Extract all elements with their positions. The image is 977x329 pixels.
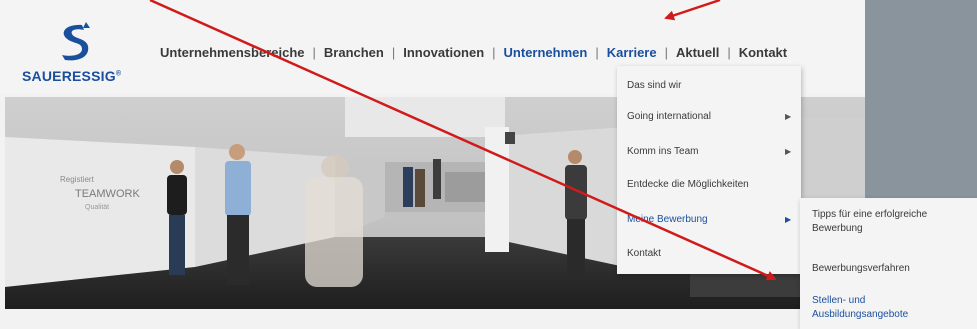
meine-bewerbung-submenu: Tipps für eine erfolgreiche Bewerbung Be… [800,198,977,329]
dropdown-item-komm-ins-team[interactable]: Komm ins Team [627,146,699,157]
nav-item-kontakt[interactable]: Kontakt [739,45,787,60]
nav-item-branchen[interactable]: Branchen [324,45,384,60]
submenu-item-bewerbungsverfahren[interactable]: Bewerbungsverfahren [812,262,967,276]
person-man-blue-shirt [225,144,251,285]
dropdown-item-das-sind-wir[interactable]: Das sind wir [627,80,681,91]
dropdown-item-meine-bewerbung[interactable]: Meine Bewerbung [627,214,708,225]
logo-mark-icon [62,22,90,61]
submenu-arrow-icon: ▶ [785,112,792,121]
person-woman [167,160,187,275]
side-band [865,0,977,200]
nav-separator: | [727,44,731,60]
brand-wordmark: SAUERESSIG® [22,68,122,84]
dropdown-item-entdecke-die-moeglichkeiten[interactable]: Entdecke die Möglichkeiten [627,179,749,190]
nav-item-aktuell[interactable]: Aktuell [676,45,719,60]
nav-item-unternehmensbereiche[interactable]: Unternehmensbereiche [160,45,305,60]
wall-text-qualitaet: Qualität [85,204,109,211]
submenu-arrow-icon: ▶ [785,215,792,224]
dropdown-item-going-international[interactable]: Going international [627,111,711,122]
submenu-item-tipps[interactable]: Tipps für eine erfolgreiche Bewerbung [812,208,967,236]
page-bottom-strip [0,309,865,329]
nav-separator: | [312,44,316,60]
person-man-dark [565,150,587,279]
submenu-item-stellen-und-ausbildungsangebote[interactable]: Stellen- und Ausbildungsangebote [812,294,922,322]
submenu-arrow-icon: ▶ [785,147,792,156]
nav-item-innovationen[interactable]: Innovationen [403,45,484,60]
main-navigation: Unternehmensbereiche | Branchen | Innova… [160,42,787,62]
karriere-dropdown-menu: Das sind wir Going international ▶ Komm … [617,66,801,274]
wall-text-registiert: Registiert [60,175,95,184]
nav-separator: | [595,44,599,60]
brand-logo[interactable]: SAUERESSIG® [22,18,132,88]
nav-item-unternehmen[interactable]: Unternehmen [504,45,588,60]
nav-separator: | [664,44,668,60]
nav-item-karriere[interactable]: Karriere [607,45,657,60]
nav-separator: | [492,44,496,60]
wall-text-teamwork: TEAMWORK [75,188,140,200]
dropdown-item-kontakt[interactable]: Kontakt [627,248,661,259]
nav-separator: | [391,44,396,60]
